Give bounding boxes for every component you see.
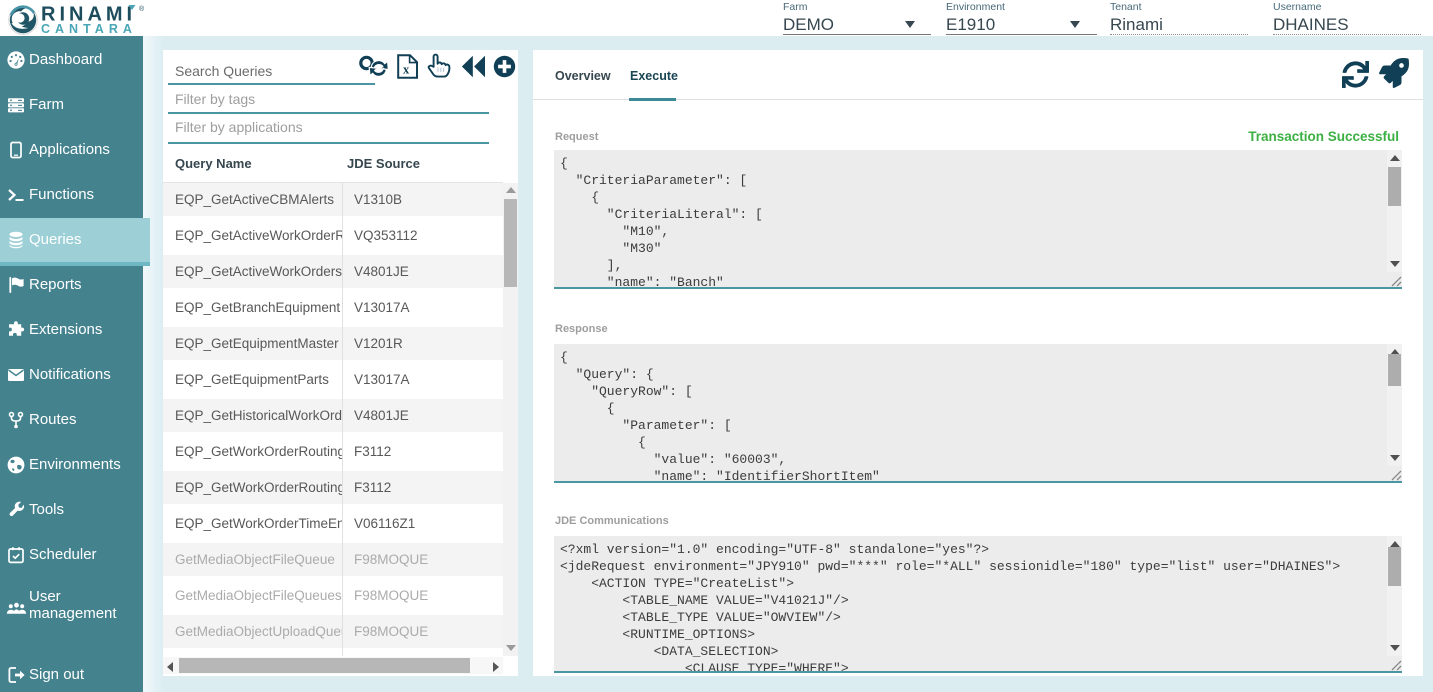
svg-text:®: ® bbox=[139, 5, 145, 13]
svg-text:x: x bbox=[403, 63, 410, 77]
svg-text:CANTARA: CANTARA bbox=[41, 22, 137, 36]
